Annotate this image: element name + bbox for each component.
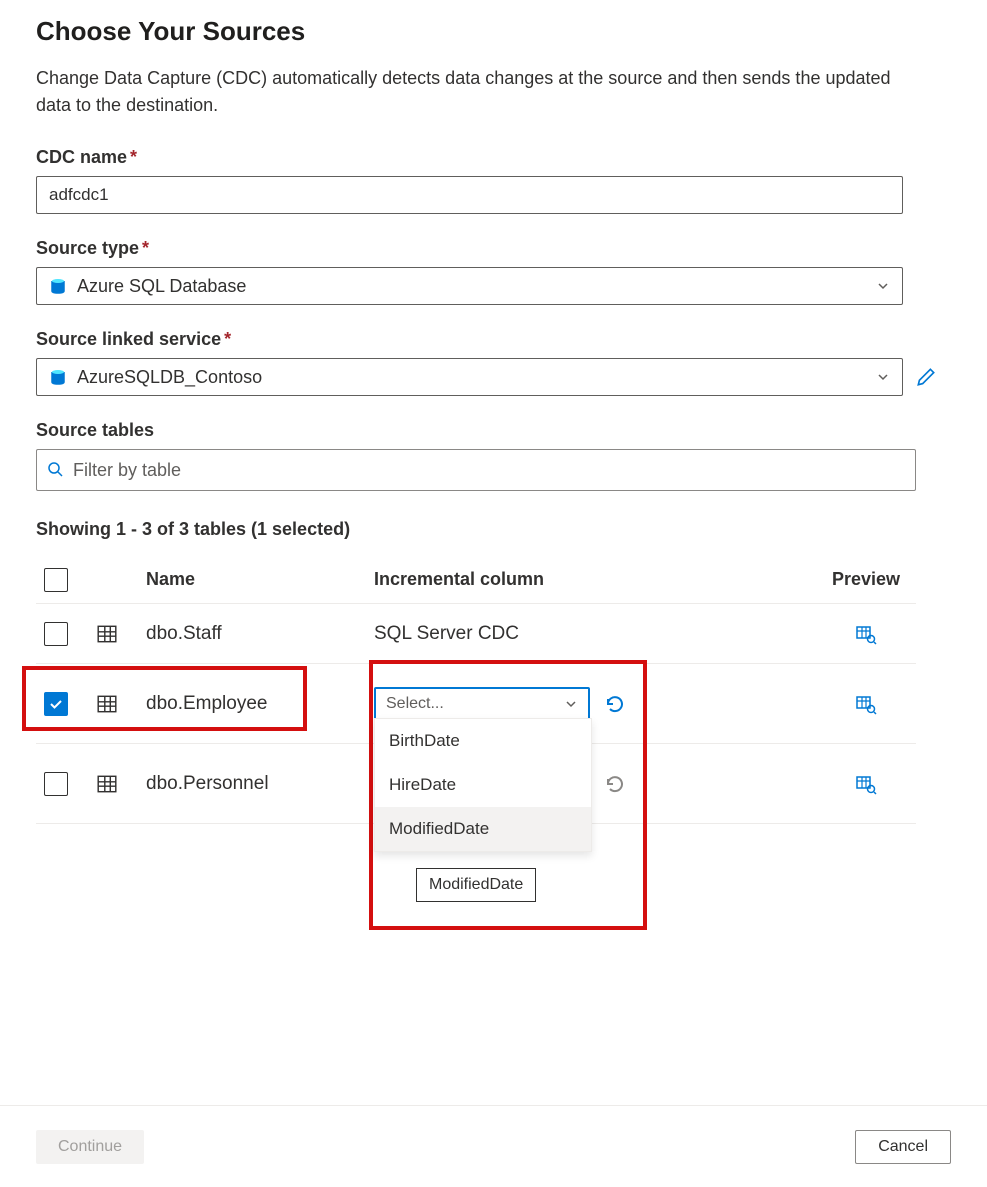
row-checkbox[interactable] <box>44 692 68 716</box>
row-name: dbo.Employee <box>146 693 374 715</box>
column-header-name: Name <box>146 569 374 590</box>
cdc-name-label: CDC name* <box>36 147 137 168</box>
dropdown-option[interactable]: HireDate <box>375 763 591 807</box>
incremental-column-select[interactable]: Select... <box>374 687 590 721</box>
showing-text: Showing 1 - 3 of 3 tables (1 selected) <box>36 519 951 540</box>
column-header-preview: Preview <box>816 569 916 590</box>
table-icon <box>96 693 118 715</box>
azure-sql-icon <box>49 368 67 386</box>
table-icon <box>96 623 118 645</box>
row-incremental-text: SQL Server CDC <box>374 623 816 645</box>
page-description: Change Data Capture (CDC) automatically … <box>36 65 916 119</box>
continue-button[interactable]: Continue <box>36 1130 144 1164</box>
chevron-down-icon <box>876 370 890 384</box>
required-mark: * <box>224 329 231 349</box>
table-icon <box>96 773 118 795</box>
preview-icon[interactable] <box>855 773 877 795</box>
table-row: dbo.Employee Select... Birth <box>36 664 916 744</box>
search-icon <box>47 461 65 479</box>
required-mark: * <box>142 238 149 258</box>
row-checkbox[interactable] <box>44 772 68 796</box>
source-type-value: Azure SQL Database <box>77 276 876 297</box>
chevron-down-icon <box>564 697 578 711</box>
preview-icon[interactable] <box>855 693 877 715</box>
source-linked-service-select[interactable]: AzureSQLDB_Contoso <box>36 358 903 396</box>
refresh-icon[interactable] <box>604 773 626 795</box>
cancel-button[interactable]: Cancel <box>855 1130 951 1164</box>
table-row: dbo.Staff SQL Server CDC <box>36 604 916 664</box>
edit-icon[interactable] <box>915 366 937 388</box>
source-linked-service-value: AzureSQLDB_Contoso <box>77 367 876 388</box>
cdc-name-input[interactable] <box>36 176 903 214</box>
required-mark: * <box>130 147 137 167</box>
select-all-checkbox[interactable] <box>44 568 68 592</box>
row-name: dbo.Personnel <box>146 773 374 795</box>
page-title: Choose Your Sources <box>36 16 951 47</box>
chevron-down-icon <box>876 279 890 293</box>
dropdown-option[interactable]: ModifiedDate <box>375 807 591 851</box>
source-tables-label: Source tables <box>36 420 154 441</box>
source-type-select[interactable]: Azure SQL Database <box>36 267 903 305</box>
row-name: dbo.Staff <box>146 623 374 645</box>
tooltip: ModifiedDate <box>416 868 536 902</box>
filter-wrap[interactable] <box>36 449 916 491</box>
filter-input[interactable] <box>73 460 905 481</box>
source-type-label: Source type* <box>36 238 149 259</box>
select-placeholder: Select... <box>386 695 564 713</box>
dropdown-menu: BirthDate HireDate ModifiedDate <box>374 718 592 852</box>
preview-icon[interactable] <box>855 623 877 645</box>
dropdown-option[interactable]: BirthDate <box>375 719 591 763</box>
footer: Continue Cancel <box>0 1105 987 1187</box>
refresh-icon[interactable] <box>604 693 626 715</box>
table-header: Name Incremental column Preview <box>36 556 916 604</box>
row-checkbox[interactable] <box>44 622 68 646</box>
column-header-incremental: Incremental column <box>374 569 816 590</box>
azure-sql-icon <box>49 277 67 295</box>
source-linked-service-label: Source linked service* <box>36 329 231 350</box>
